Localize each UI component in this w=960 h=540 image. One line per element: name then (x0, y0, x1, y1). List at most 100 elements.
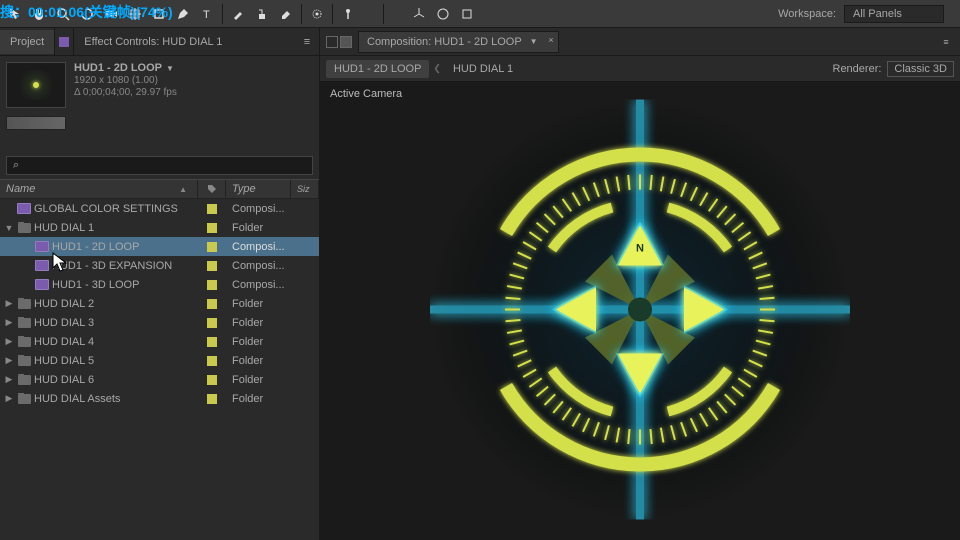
effect-controls-tab[interactable]: Effect Controls: HUD DIAL 1 (74, 30, 232, 54)
column-size[interactable]: Siz (291, 180, 319, 198)
close-tab-icon[interactable]: × (548, 35, 553, 45)
clone-stamp-tool[interactable] (251, 3, 273, 25)
composition-duration: Δ 0;00;04;00, 29.97 fps (74, 87, 313, 98)
footage-preview-bar (6, 116, 66, 130)
rectangle-tool[interactable] (148, 3, 170, 25)
project-search-box[interactable]: ⌕ (6, 156, 313, 175)
hand-tool[interactable] (28, 3, 50, 25)
label-color-swatch[interactable] (198, 394, 226, 404)
tree-item-type: Folder (226, 374, 291, 386)
eraser-tool[interactable] (275, 3, 297, 25)
world-axis-mode-icon[interactable] (432, 3, 454, 25)
svg-text:T: T (203, 9, 210, 21)
workspace-label: Workspace: (778, 8, 836, 20)
tree-item-type: Folder (226, 317, 291, 329)
disclosure-arrow-icon[interactable]: ▶ (4, 336, 14, 347)
column-label[interactable] (198, 180, 226, 198)
composition-thumbnail (6, 62, 66, 108)
puppet-pin-tool[interactable] (337, 3, 359, 25)
folder-icon (17, 298, 31, 310)
label-color-swatch[interactable] (198, 261, 226, 271)
folder-icon (17, 222, 31, 234)
pan-behind-tool[interactable] (124, 3, 146, 25)
panel-menu-button[interactable]: ≡ (295, 36, 319, 48)
tree-row[interactable]: ▶ HUD DIAL 5 Folder (0, 351, 319, 370)
disclosure-arrow-icon[interactable]: ▶ (4, 374, 14, 385)
composition-icon (35, 279, 49, 291)
label-color-swatch[interactable] (198, 299, 226, 309)
label-color-swatch[interactable] (198, 280, 226, 290)
tree-item-type: Folder (226, 222, 291, 234)
tree-item-label: HUD DIAL 3 (34, 317, 94, 329)
label-color-swatch[interactable] (198, 375, 226, 385)
label-color-swatch[interactable] (198, 204, 226, 214)
tree-item-label: HUD DIAL 5 (34, 355, 94, 367)
tree-row[interactable]: HUD1 - 3D LOOPComposi... (0, 275, 319, 294)
folder-icon (17, 393, 31, 405)
renderer-dropdown[interactable]: Classic 3D (887, 61, 954, 77)
brush-tool[interactable] (227, 3, 249, 25)
composition-panel: Composition: HUD1 - 2D LOOP ▼ × ≡ HUD1 -… (320, 28, 960, 540)
view-axis-mode-icon[interactable] (456, 3, 478, 25)
workspace-dropdown[interactable]: All Panels (844, 5, 944, 23)
pen-tool[interactable] (172, 3, 194, 25)
breadcrumb-current[interactable]: HUD1 - 2D LOOP (326, 60, 429, 78)
roto-brush-tool[interactable] (306, 3, 328, 25)
breadcrumb-separator-icon: ❮ (433, 63, 441, 74)
disclosure-arrow-icon[interactable]: ▶ (4, 317, 14, 328)
search-icon: ⌕ (13, 159, 19, 172)
comp-panel-menu-button[interactable]: ≡ (936, 37, 956, 47)
disclosure-arrow-icon[interactable]: ▶ (4, 393, 14, 404)
project-panel: Project Effect Controls: HUD DIAL 1 ≡ HU… (0, 28, 320, 540)
rotation-tool[interactable] (76, 3, 98, 25)
breadcrumb-parent[interactable]: HUD DIAL 1 (445, 60, 521, 78)
composition-title: HUD1 - 2D LOOP▼ (74, 62, 313, 74)
tree-row[interactable]: ▶HUD DIAL 4Folder (0, 332, 319, 351)
tree-item-type: Composi... (226, 260, 291, 272)
project-tab[interactable]: Project (0, 30, 54, 54)
tree-item-type: Folder (226, 298, 291, 310)
tree-item-type: Composi... (226, 241, 291, 253)
disclosure-arrow-icon[interactable]: ▶ (4, 298, 14, 309)
label-color-swatch[interactable] (198, 242, 226, 252)
type-tool[interactable]: T (196, 3, 218, 25)
label-color-swatch[interactable] (198, 356, 226, 366)
tree-row[interactable]: ▶ HUD DIAL 3 Folder (0, 313, 319, 332)
column-name[interactable]: Name▲ (0, 180, 198, 198)
composition-viewport[interactable]: Active Camera (320, 82, 960, 540)
tree-row[interactable]: GLOBAL COLOR SETTINGSComposi... (0, 199, 319, 218)
tree-row[interactable]: HUD1 - 3D EXPANSIONComposi... (0, 256, 319, 275)
main-toolbar: T Workspace: All Panels (0, 0, 960, 28)
tree-item-label: HUD DIAL Assets (34, 393, 120, 405)
tree-item-label: HUD DIAL 2 (34, 298, 94, 310)
camera-tool[interactable] (100, 3, 122, 25)
label-color-swatch[interactable] (198, 337, 226, 347)
selection-tool[interactable] (4, 3, 26, 25)
disclosure-arrow-icon[interactable]: ▼ (4, 223, 14, 233)
composition-panel-tab[interactable]: Composition: HUD1 - 2D LOOP ▼ × (358, 31, 559, 53)
flowchart-icons[interactable] (326, 36, 352, 48)
column-type[interactable]: Type (226, 180, 291, 198)
label-color-swatch[interactable] (198, 318, 226, 328)
tree-item-type: Composi... (226, 203, 291, 215)
tree-item-label: HUD1 - 2D LOOP (52, 241, 139, 253)
tree-row[interactable]: HUD1 - 2D LOOP Composi... (0, 237, 319, 256)
tree-row[interactable]: ▶ HUD DIAL Assets Folder (0, 389, 319, 408)
label-color-swatch[interactable] (198, 223, 226, 233)
project-search-input[interactable] (23, 160, 306, 172)
tree-row[interactable]: ▶HUD DIAL 6Folder (0, 370, 319, 389)
zoom-tool[interactable] (52, 3, 74, 25)
tree-item-type: Folder (226, 355, 291, 367)
tree-row[interactable]: ▼ HUD DIAL 1 Folder (0, 218, 319, 237)
tree-item-label: HUD DIAL 1 (34, 222, 94, 234)
disclosure-arrow-icon[interactable]: ▶ (4, 355, 14, 366)
chevron-down-icon[interactable]: ▼ (530, 37, 538, 46)
tree-item-type: Folder (226, 393, 291, 405)
composition-icon (35, 241, 49, 253)
tree-item-type: Folder (226, 336, 291, 348)
tree-row[interactable]: ▶ HUD DIAL 2 Folder (0, 294, 319, 313)
local-axis-mode-icon[interactable] (408, 3, 430, 25)
effect-controls-icon-tab[interactable] (54, 28, 74, 56)
project-tree[interactable]: GLOBAL COLOR SETTINGSComposi... ▼ HUD DIAL… (0, 199, 319, 540)
folder-icon (17, 317, 31, 329)
